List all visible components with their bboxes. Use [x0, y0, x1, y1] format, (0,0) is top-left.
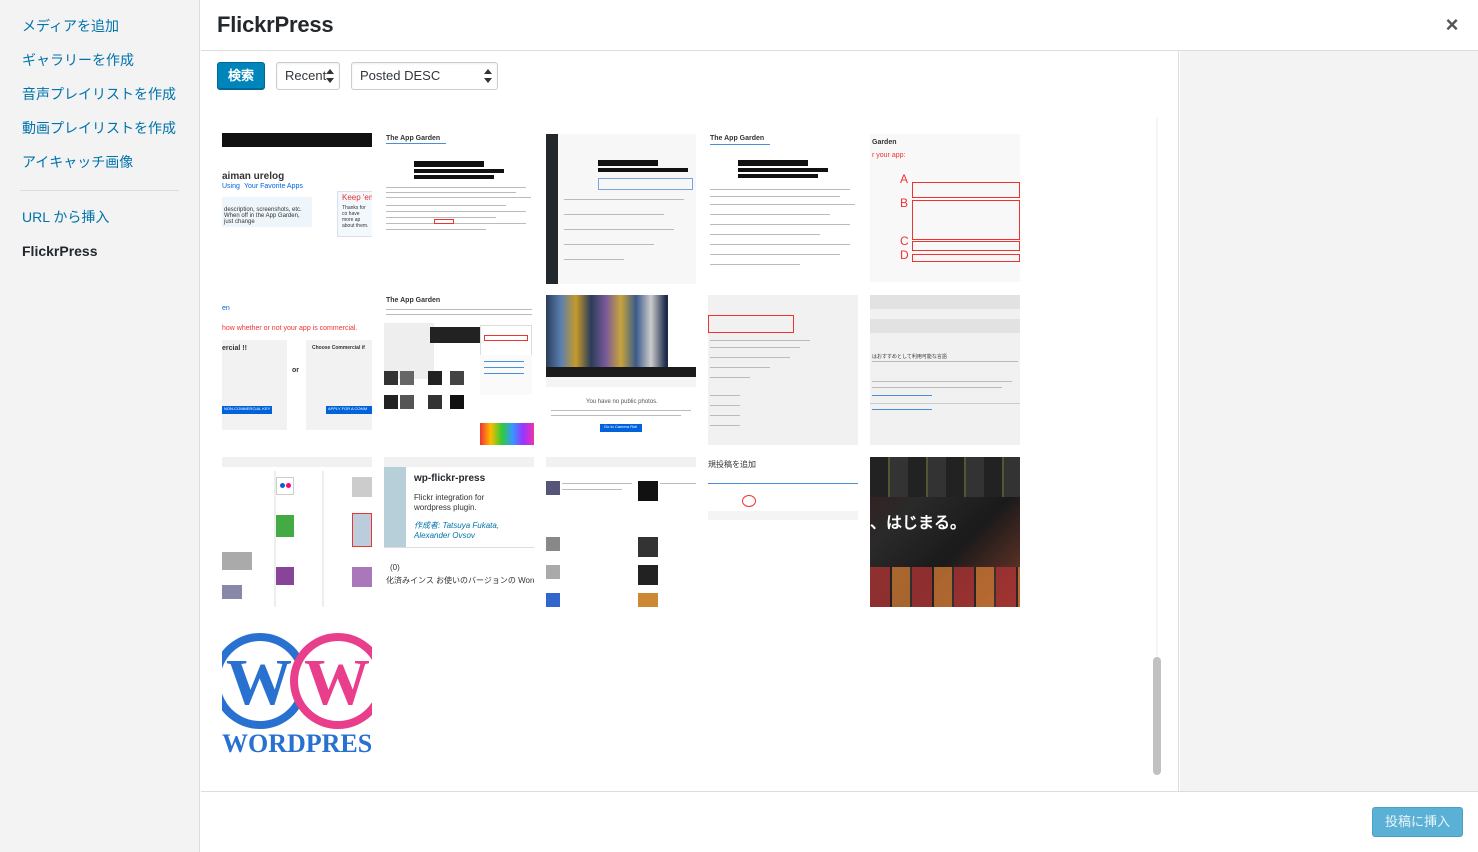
thumb-text: The App Garden	[386, 297, 441, 304]
photo-thumbnail[interactable]	[546, 457, 696, 607]
thumb-text: You have no public photos.	[586, 399, 658, 405]
thumb-text: Go to Camera Roll	[604, 424, 638, 429]
insert-into-post-button[interactable]: 投稿に挿入	[1372, 807, 1463, 837]
sort-type-select[interactable]: Recent	[276, 62, 340, 90]
thumb-text: C	[900, 234, 909, 248]
thumb-text: en	[222, 305, 230, 312]
thumb-text: はおすすめとして利用可能な言語	[872, 354, 947, 360]
thumb-text: description, screenshots, etc. When off …	[224, 207, 302, 225]
thumb-text: Your Favorite Apps	[244, 183, 303, 190]
modal-title: FlickrPress	[217, 12, 334, 37]
thumb-text: (0)	[390, 563, 400, 572]
photo-thumbnail[interactable]: wp-flickr-press Flickr integration for w…	[384, 457, 534, 607]
photo-thumbnail[interactable]	[708, 295, 858, 445]
thumb-text: ercial !!	[222, 345, 247, 352]
photo-thumbnail[interactable]: You have no public photos. Go to Camera …	[546, 295, 696, 445]
select-arrows-icon	[484, 69, 492, 83]
thumb-text: or	[292, 367, 299, 374]
modal-header: FlickrPress ×	[201, 0, 1478, 51]
thumb-text: Thanks for co have more ap about them.	[342, 205, 369, 229]
menu-item-insert-from-url[interactable]: URL から挿入	[0, 205, 199, 239]
thumb-text: Keep 'em	[342, 193, 372, 202]
menu-item-add-media[interactable]: メディアを追加	[0, 14, 199, 48]
menu-item-create-video-playlist[interactable]: 動画プレイリストを作成	[0, 116, 199, 150]
sort-order-select[interactable]: Posted DESC	[351, 62, 498, 90]
thumb-text: The App Garden	[386, 135, 441, 142]
photo-thumbnail[interactable]	[222, 457, 372, 607]
thumb-text: B	[900, 196, 909, 210]
thumb-text: Choose Commercial if	[312, 345, 365, 351]
photo-thumbnail[interactable]: Garden r your app: A B C D	[870, 134, 1020, 282]
menu-item-create-gallery[interactable]: ギャラリーを作成	[0, 48, 199, 82]
search-button[interactable]: 検索	[217, 62, 265, 90]
close-icon[interactable]: ×	[1440, 13, 1464, 37]
thumb-text: 化済みインス お使いのバージョンの WordPr	[386, 576, 534, 585]
thumb-text: wp-flickr-press	[414, 473, 486, 484]
photo-thumbnail[interactable]: The App Garden	[708, 134, 858, 284]
photo-thumbnail[interactable]	[546, 134, 696, 284]
media-menu: メディアを追加 ギャラリーを作成 音声プレイリストを作成 動画プレイリストを作成…	[0, 0, 200, 852]
thumb-text: r your app:	[872, 152, 906, 159]
search-toolbar: 検索 Recent Posted DESC	[217, 62, 498, 90]
thumb-text: Using	[222, 183, 240, 190]
thumb-text: APPLY FOR A COMM	[328, 406, 368, 411]
thumb-text: aiman urelog	[222, 171, 285, 182]
thumb-text: Alexander Ovsov	[414, 531, 475, 540]
thumb-text: Flickr integration for	[414, 493, 485, 502]
thumb-text: NON-COMMERCIAL KEY	[224, 406, 271, 411]
menu-item-create-audio-playlist[interactable]: 音声プレイリストを作成	[0, 82, 199, 116]
menu-item-featured-image[interactable]: アイキャッチ画像	[0, 150, 199, 184]
thumb-text: The App Garden	[710, 135, 765, 142]
thumb-text: WORDPRESS	[222, 729, 372, 753]
thumb-text: how whether or not your app is commercia…	[222, 325, 358, 332]
photo-thumbnail[interactable]: The App Garden	[384, 295, 534, 445]
photo-thumbnail[interactable]: はおすすめとして利用可能な言語	[870, 295, 1020, 445]
thumb-text: 、はじまる。	[870, 515, 967, 532]
sort-type-value: Recent	[285, 68, 327, 83]
menu-separator	[20, 190, 179, 191]
photo-grid: aiman urelog Using Your Favorite Apps de…	[222, 117, 1163, 777]
thumb-text: A	[900, 172, 909, 186]
select-arrows-icon	[326, 69, 334, 83]
photo-thumbnail[interactable]: 、はじまる。	[870, 457, 1020, 607]
photo-thumbnail[interactable]: aiman urelog Using Your Favorite Apps de…	[222, 117, 372, 237]
thumb-text: 作成者: Tatsuya Fukata,	[414, 521, 500, 530]
flickrpress-content: 検索 Recent Posted DESC aiman urelog Using…	[201, 51, 1179, 791]
photo-thumbnail[interactable]: 規投稿を追加	[708, 457, 858, 522]
thumb-text: wordpress plugin.	[414, 503, 477, 512]
attachment-details-sidebar	[1180, 51, 1478, 791]
scrollbar-thumb[interactable]	[1153, 657, 1161, 775]
photo-thumbnail[interactable]: en how whether or not your app is commer…	[222, 295, 372, 430]
photo-thumbnail[interactable]: W W WORDPRESS	[222, 633, 372, 753]
thumb-text: D	[900, 248, 909, 262]
sort-order-value: Posted DESC	[360, 68, 441, 83]
modal-footer: 投稿に挿入	[201, 791, 1478, 852]
thumb-text: 規投稿を追加	[708, 460, 756, 469]
thumb-text: Garden	[872, 139, 897, 146]
menu-item-flickrpress[interactable]: FlickrPress	[0, 239, 199, 273]
grid-scrollbar[interactable]	[1152, 117, 1162, 775]
photo-thumbnail[interactable]: The App Garden	[384, 117, 534, 237]
